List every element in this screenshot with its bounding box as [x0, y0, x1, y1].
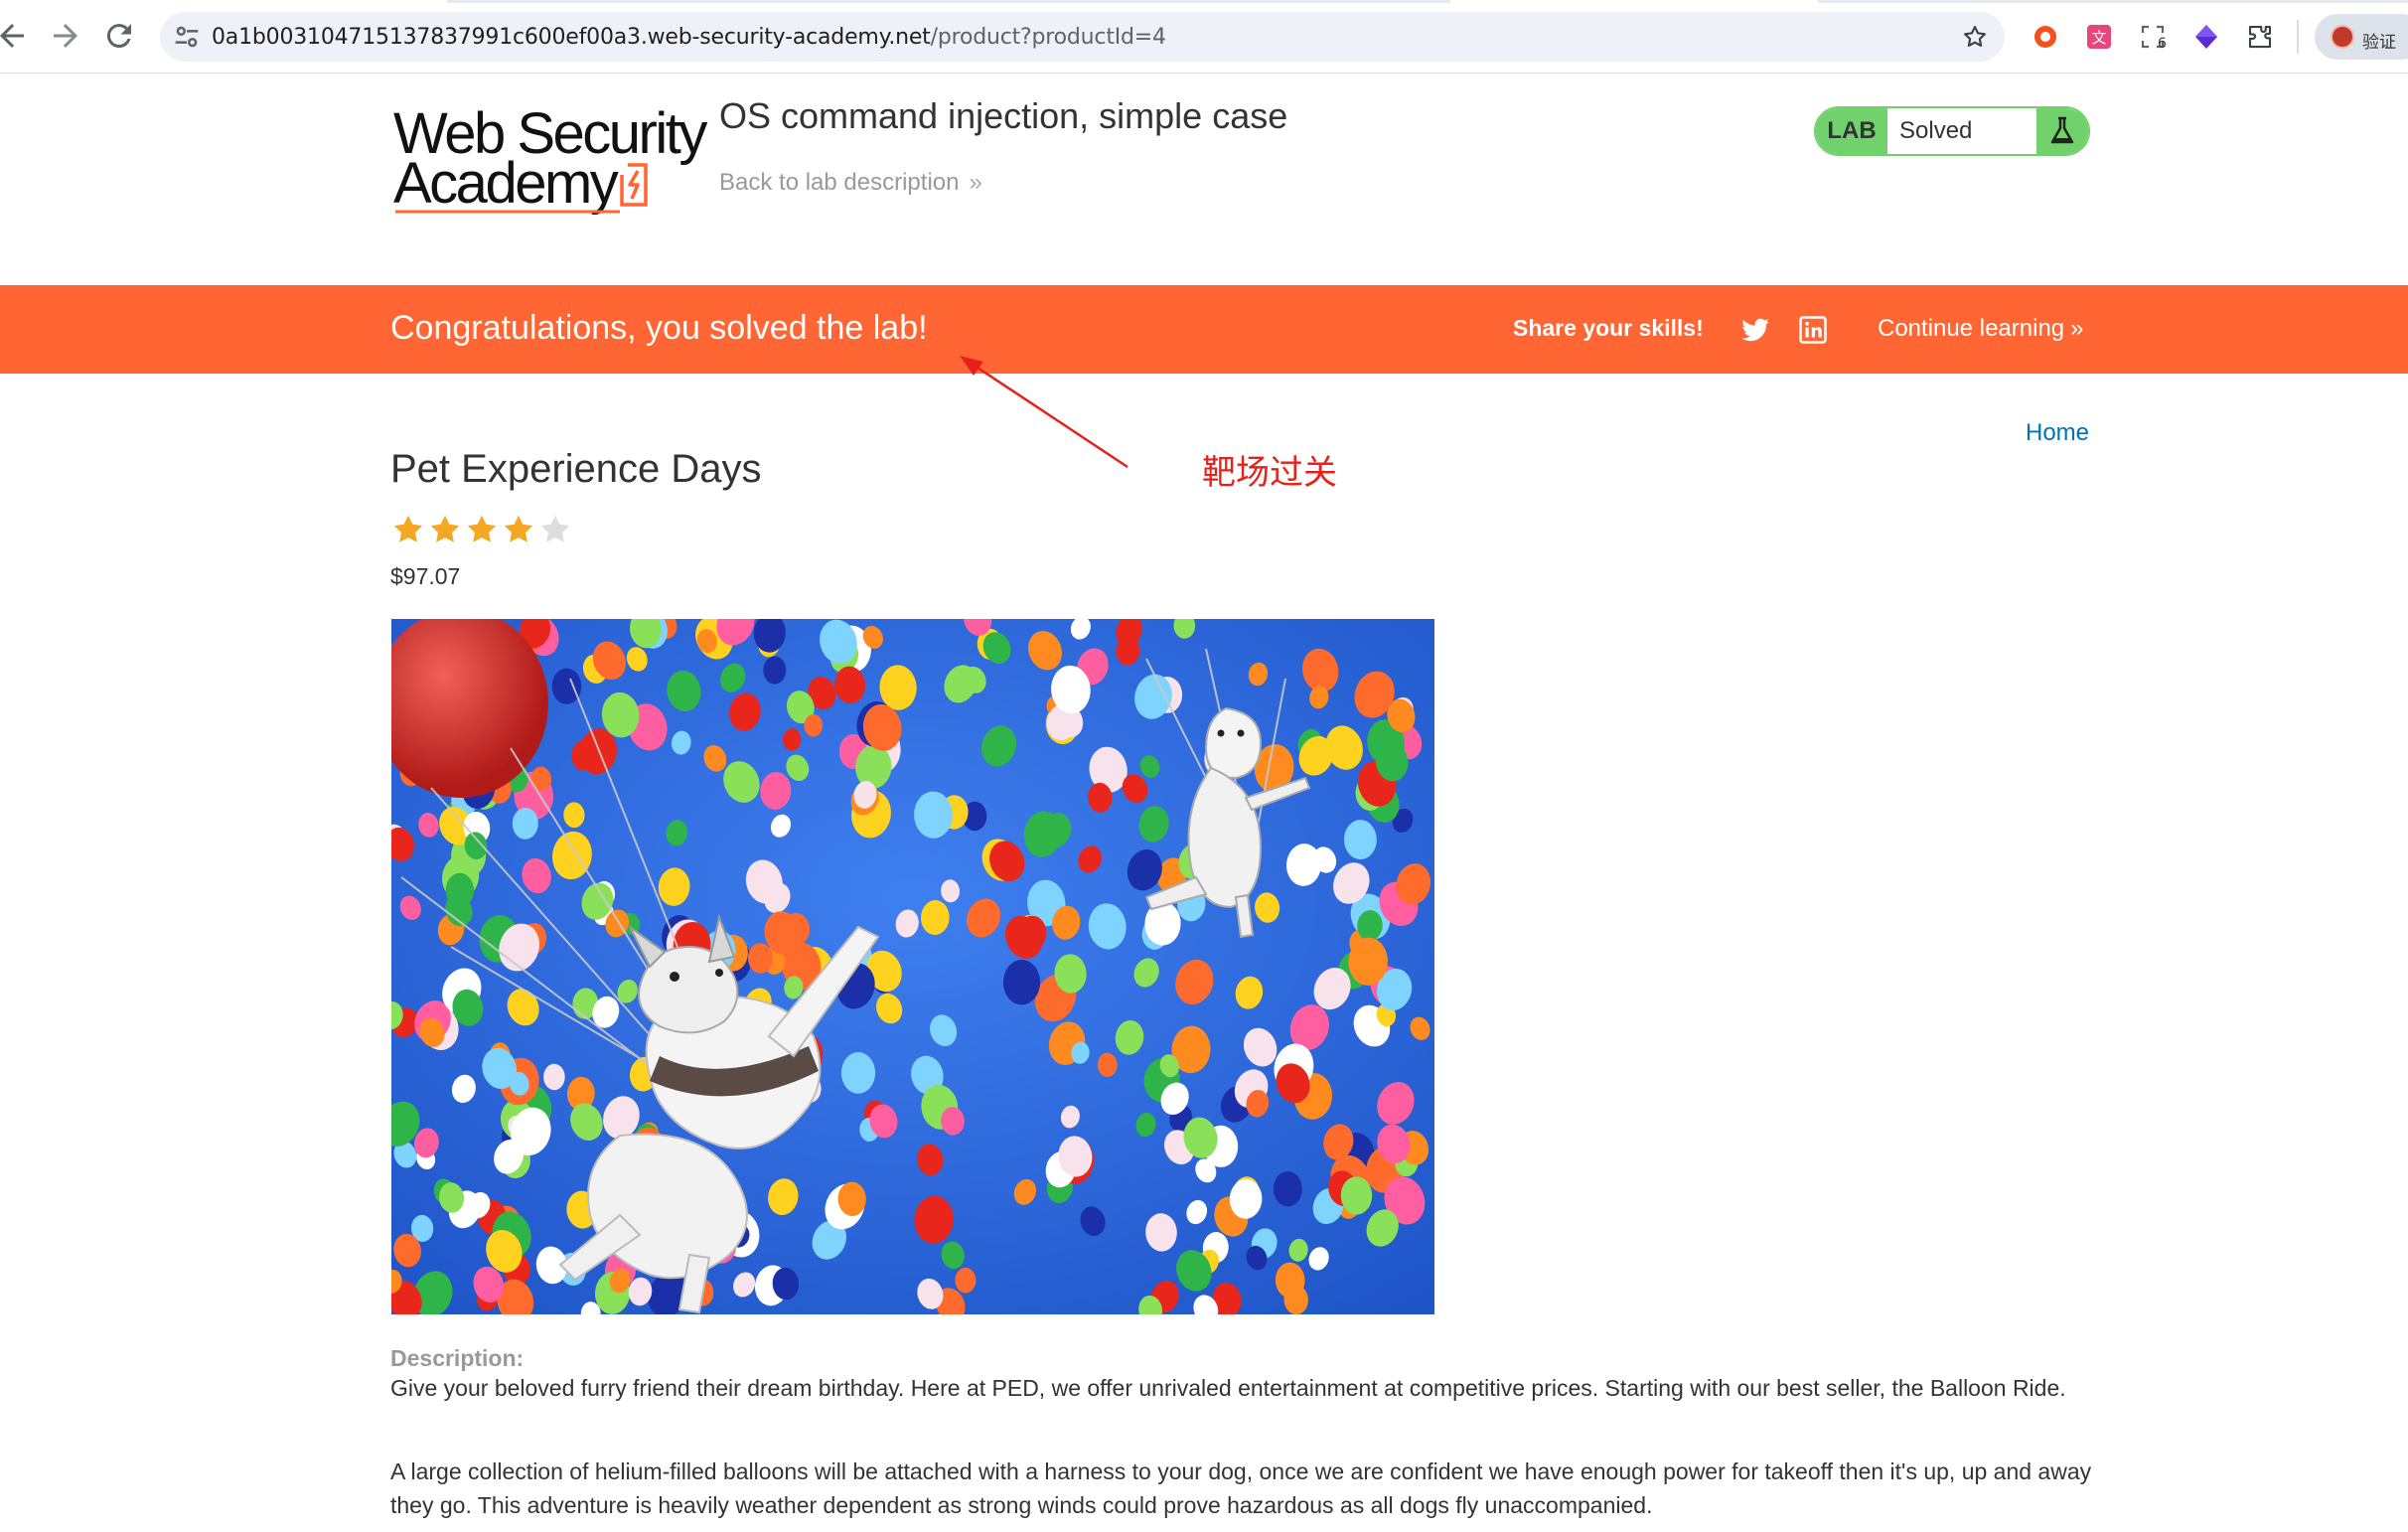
- puzzle-extensions-icon[interactable]: [2245, 22, 2275, 52]
- star-empty-icon: [537, 512, 573, 547]
- balloon: [543, 1063, 565, 1091]
- continue-learning-label: Continue learning: [1878, 315, 2065, 342]
- description-paragraph-2: A large collection of helium-filled ball…: [390, 1458, 2092, 1518]
- svg-text:文: 文: [2091, 29, 2106, 47]
- back-link-label: Back to lab description: [719, 169, 960, 196]
- extension-purple-cube-icon[interactable]: [2191, 22, 2221, 52]
- star-filled-icon: [427, 512, 463, 547]
- description-paragraph-1: Give your beloved furry friend their dre…: [390, 1375, 2066, 1401]
- star-filled-icon: [390, 512, 426, 547]
- annotation-arrow: [960, 356, 1129, 469]
- extension-badge: 6: [2158, 36, 2167, 52]
- forward-arrow-icon[interactable]: [48, 18, 83, 54]
- back-arrow-icon[interactable]: [0, 18, 30, 54]
- star-filled-icon: [501, 512, 536, 547]
- flask-icon: [2036, 108, 2088, 154]
- extension-translate-icon[interactable]: 文: [2084, 22, 2114, 52]
- congratulations-message: Congratulations, you solved the lab!: [390, 309, 928, 347]
- logo-line-2: Academy: [393, 151, 619, 216]
- lab-title: OS command injection, simple case: [719, 95, 1288, 136]
- extension-orange-ring-icon[interactable]: [2031, 22, 2060, 52]
- logo-lightning-icon: [620, 163, 648, 207]
- lab-status-text: Solved: [1899, 117, 1973, 144]
- product-rating: [390, 512, 574, 547]
- logo-underline: [395, 210, 620, 214]
- lab-status-badge: LAB Solved: [1814, 106, 2090, 156]
- address-bar[interactable]: 0a1b003104715137837991c600ef00a3.web-sec…: [160, 12, 2005, 62]
- profile-label: 验证: [2362, 33, 2396, 53]
- url-text[interactable]: 0a1b003104715137837991c600ef00a3.web-sec…: [212, 25, 1166, 50]
- double-chevron-right-icon: »: [969, 169, 982, 196]
- site-info-icon[interactable]: [170, 20, 204, 54]
- profile-avatar: [2331, 25, 2354, 49]
- back-to-lab-description-link[interactable]: Back to lab description »: [719, 169, 982, 197]
- lab-tag: LAB: [1816, 108, 1887, 154]
- star-filled-icon: [464, 512, 500, 547]
- url-host: 0a1b003104715137837991c600ef00a3.web-sec…: [212, 25, 931, 50]
- bookmark-star-icon[interactable]: [1961, 23, 1989, 51]
- toolbar-divider: [2297, 20, 2299, 54]
- reload-icon[interactable]: [101, 18, 137, 54]
- annotation-text: 靶场过关: [1202, 453, 1337, 493]
- tab-strip-edge: [447, 0, 1450, 3]
- tab-strip-edge: [1818, 0, 2408, 3]
- browser-toolbar: 0a1b003104715137837991c600ef00a3.web-sec…: [0, 0, 2408, 74]
- profile-chip[interactable]: 验证: [2315, 14, 2408, 60]
- double-chevron-right-icon: »: [2070, 315, 2084, 342]
- linkedin-icon[interactable]: [1798, 315, 1828, 345]
- balloon: [840, 1052, 876, 1094]
- product-price: $97.07: [390, 563, 461, 589]
- product-title: Pet Experience Days: [390, 447, 762, 491]
- share-your-skills-label: Share your skills!: [1513, 315, 1704, 341]
- description-heading: Description:: [390, 1345, 525, 1371]
- balloon: [551, 668, 582, 704]
- product-image: [391, 619, 1434, 1314]
- balloon: [1002, 960, 1041, 1005]
- lab-solved-banner: Congratulations, you solved the lab! Sha…: [0, 285, 2408, 374]
- continue-learning-link[interactable]: Continue learning»: [1878, 315, 2084, 343]
- academy-logo[interactable]: Web Security Academy: [393, 99, 707, 219]
- extension-capture-icon[interactable]: 6: [2138, 22, 2168, 52]
- url-path: /product?productId=4: [930, 25, 1166, 50]
- twitter-icon[interactable]: [1740, 315, 1770, 345]
- home-link[interactable]: Home: [2026, 419, 2089, 447]
